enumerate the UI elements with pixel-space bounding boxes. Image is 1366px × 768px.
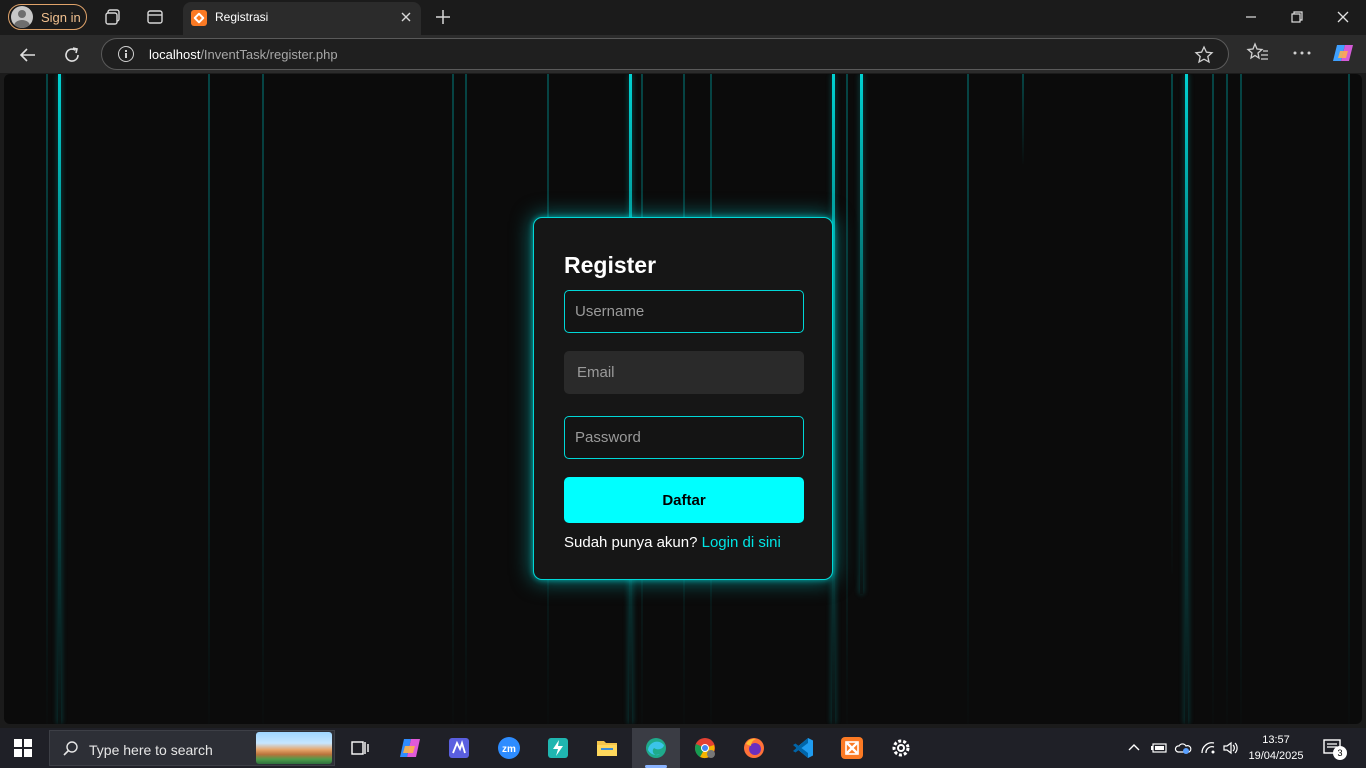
search-icon [62, 740, 80, 758]
settings-icon[interactable] [877, 728, 925, 768]
svg-text:zm: zm [502, 744, 516, 755]
register-title: Register [564, 252, 657, 278]
background-line [860, 74, 863, 594]
copilot-icon[interactable] [386, 728, 434, 768]
favorite-star-icon[interactable] [1194, 45, 1214, 65]
battery-icon[interactable] [1150, 740, 1168, 756]
background-line [967, 74, 969, 724]
close-tab-icon[interactable] [397, 8, 415, 26]
login-link[interactable]: Login di sini [702, 534, 781, 551]
taskbar: Type here to search zm 13:57 19/04/2025 … [0, 728, 1366, 768]
sign-in-label: Sign in [41, 9, 81, 25]
wifi-icon[interactable] [1199, 740, 1217, 756]
show-hidden-icons-icon[interactable] [1126, 740, 1144, 756]
daftar-button[interactable]: Daftar [564, 477, 804, 523]
clock-time: 13:57 [1262, 734, 1290, 746]
background-line [1240, 74, 1242, 724]
new-tab-icon[interactable] [432, 6, 454, 28]
zoom-icon[interactable]: zm [485, 728, 533, 768]
site-info-icon[interactable] [118, 46, 134, 62]
restore-icon[interactable] [1282, 4, 1312, 30]
background-line [1226, 74, 1228, 724]
password-input[interactable] [564, 416, 804, 459]
file-explorer-icon[interactable] [583, 728, 631, 768]
vscode-icon[interactable] [779, 728, 827, 768]
chrome-icon[interactable] [681, 728, 729, 768]
close-window-icon[interactable] [1328, 4, 1358, 30]
firefox-icon[interactable] [730, 728, 778, 768]
windows-start-icon[interactable] [14, 739, 32, 757]
onedrive-icon[interactable] [1174, 740, 1192, 756]
browser-tab-bar: Sign in Registrasi [0, 0, 1366, 35]
workspaces-icon[interactable] [102, 6, 124, 28]
url-text[interactable]: localhost/InventTask/register.php [149, 47, 338, 62]
xampp-icon[interactable] [828, 728, 876, 768]
background-line [1185, 74, 1188, 724]
background-line [208, 74, 210, 724]
search-placeholder: Type here to search [89, 742, 213, 758]
search-highlight-image [256, 732, 332, 764]
background-line [1022, 74, 1024, 164]
favorites-icon[interactable] [1246, 41, 1270, 65]
system-clock[interactable]: 13:57 19/04/2025 [1248, 732, 1304, 764]
notification-count-badge: 3 [1333, 746, 1347, 760]
background-line [262, 74, 264, 724]
background-line [452, 74, 454, 724]
background-line [58, 74, 61, 724]
back-icon[interactable] [15, 42, 41, 68]
background-line [1212, 74, 1214, 724]
avatar-icon [11, 6, 33, 28]
register-card: Register Daftar Sudah punya akun? Login … [533, 217, 833, 580]
clock-date: 19/04/2025 [1248, 750, 1304, 762]
background-line [46, 74, 48, 724]
edge-icon[interactable] [632, 728, 680, 768]
linear-icon[interactable] [435, 728, 483, 768]
sign-in-button[interactable]: Sign in [8, 4, 87, 30]
username-input[interactable] [564, 290, 804, 333]
login-prompt-text: Sudah punya akun? [564, 534, 698, 551]
volume-icon[interactable] [1222, 740, 1240, 756]
tab-title: Registrasi [215, 10, 269, 24]
background-line [1348, 74, 1350, 724]
address-toolbar: localhost/InventTask/register.php [0, 35, 1366, 73]
background-line [1171, 74, 1173, 574]
notifications-icon[interactable]: 3 [1322, 738, 1347, 760]
taskbar-search[interactable]: Type here to search [49, 730, 335, 766]
copilot-icon[interactable] [1331, 41, 1355, 65]
refresh-icon[interactable] [59, 42, 85, 68]
login-prompt: Sudah punya akun? Login di sini [564, 534, 781, 551]
page-viewport: Register Daftar Sudah punya akun? Login … [4, 74, 1362, 724]
email-input[interactable] [564, 351, 804, 394]
tab-actions-icon[interactable] [144, 6, 166, 28]
minimize-icon[interactable] [1236, 4, 1266, 30]
task-view-icon[interactable] [336, 728, 384, 768]
background-line [465, 74, 467, 724]
address-bar[interactable]: localhost/InventTask/register.php [101, 38, 1229, 70]
xampp-favicon-icon [191, 10, 207, 26]
more-options-icon[interactable] [1290, 41, 1314, 65]
background-line [846, 74, 848, 724]
bolt-icon[interactable] [534, 728, 582, 768]
tab-registrasi[interactable]: Registrasi [183, 2, 421, 35]
